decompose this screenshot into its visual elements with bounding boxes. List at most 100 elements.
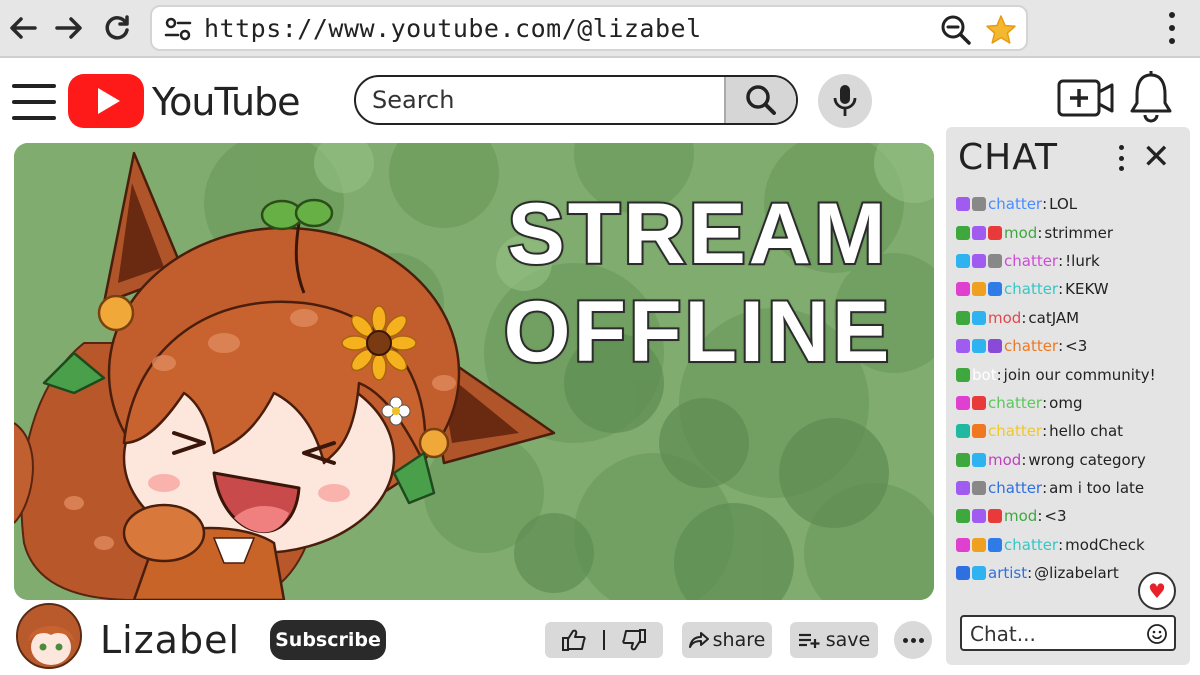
live-chat-panel: CHAT ✕ chatter: LOL mod: strimmer chatter: !l…: [946, 127, 1190, 665]
browser-menu-icon[interactable]: [1160, 8, 1184, 48]
more-options-button[interactable]: [894, 621, 932, 659]
mic-icon: [833, 85, 857, 116]
thumbs-down-icon: [622, 629, 647, 651]
chat-badge-icon: [956, 197, 970, 212]
chat-input-box: [960, 615, 1176, 651]
chat-text: omg: [1049, 393, 1083, 412]
chat-text: am i too late: [1049, 479, 1145, 498]
bookmark-star-icon[interactable]: [984, 13, 1018, 47]
chibi-character-illustration: [14, 151, 556, 600]
chat-badge-icon: [956, 537, 970, 552]
dislike-button[interactable]: [605, 622, 663, 658]
chat-username[interactable]: chatter: [988, 394, 1042, 412]
chat-message-list: chatter: LOL mod: strimmer chatter: !lurk chat…: [956, 190, 1188, 587]
emoji-icon[interactable]: [1146, 623, 1168, 645]
chat-separator: :: [1058, 251, 1064, 270]
chat-separator: :: [1037, 507, 1043, 526]
youtube-logo-icon[interactable]: [68, 74, 144, 128]
chat-badge-icon: [972, 253, 986, 268]
close-icon[interactable]: ✕: [1142, 137, 1171, 177]
chat-badge-icon: [972, 395, 986, 410]
chat-username[interactable]: chatter: [988, 195, 1042, 213]
chat-username[interactable]: mod: [988, 309, 1021, 327]
chat-badge-icon: [988, 339, 1002, 354]
chat-message: chatter: hello chat: [956, 417, 1188, 445]
chat-text: wrong category: [1028, 450, 1146, 469]
search-button[interactable]: [724, 77, 796, 123]
chat-message: mod: catJAM: [956, 304, 1188, 332]
chat-message: chatter: LOL: [956, 190, 1188, 218]
chat-badge-icon: [988, 509, 1002, 524]
chat-text: LOL: [1049, 195, 1078, 214]
chat-badge-icon: [956, 225, 970, 240]
like-button[interactable]: [545, 622, 603, 658]
chat-text: modCheck: [1065, 535, 1145, 554]
chat-text: hello chat: [1049, 422, 1124, 441]
chat-badge-icon: [956, 367, 970, 382]
share-button[interactable]: share: [682, 622, 772, 658]
chat-badge-icon: [988, 282, 1002, 297]
address-bar[interactable]: https://www.youtube.com/@lizabel: [150, 5, 1028, 51]
chat-badge-icon: [972, 282, 986, 297]
youtube-wordmark[interactable]: YouTube: [152, 80, 301, 124]
chat-badge-icon: [956, 452, 970, 467]
chat-username[interactable]: chatter: [1004, 536, 1058, 554]
bell-icon[interactable]: [1128, 70, 1174, 124]
chat-username[interactable]: mod: [988, 451, 1021, 469]
chat-username[interactable]: mod: [1004, 224, 1037, 242]
zoom-out-icon[interactable]: [940, 14, 972, 46]
chat-separator: :: [1027, 564, 1033, 583]
chat-text: <3: [1065, 337, 1088, 356]
stream-offline-banner[interactable]: STREAM OFFLINE: [14, 143, 934, 600]
chat-username[interactable]: chatter: [988, 479, 1042, 497]
chat-separator: :: [1042, 479, 1048, 498]
chat-message: mod: <3: [956, 502, 1188, 530]
chat-badge-icon: [972, 452, 986, 467]
heart-reaction-icon[interactable]: ♥: [1138, 572, 1176, 610]
chat-badge-icon: [956, 310, 970, 325]
chat-separator: :: [1042, 422, 1048, 441]
voice-search-button[interactable]: [818, 74, 872, 128]
chat-username[interactable]: mod: [1004, 507, 1037, 525]
back-arrow-icon[interactable]: [8, 10, 38, 46]
site-settings-icon[interactable]: [164, 16, 192, 42]
reload-icon[interactable]: [102, 10, 132, 46]
subscribe-button[interactable]: Subscribe: [270, 620, 386, 660]
chat-username[interactable]: chatter: [1004, 280, 1058, 298]
search-bar: [354, 75, 798, 125]
chat-message: chatter: KEKW: [956, 275, 1188, 303]
chat-badge-icon: [956, 509, 970, 524]
chat-separator: :: [1058, 337, 1064, 356]
chat-username[interactable]: chatter: [1004, 337, 1058, 355]
avatar-image: [18, 605, 80, 667]
chat-username[interactable]: chatter: [1004, 252, 1058, 270]
search-icon: [746, 85, 776, 115]
chat-badge-icon: [972, 197, 986, 212]
chat-username[interactable]: chatter: [988, 422, 1042, 440]
thumbs-up-icon: [561, 629, 586, 651]
forward-arrow-icon[interactable]: [54, 10, 84, 46]
chat-input[interactable]: [970, 621, 1140, 647]
chat-badge-icon: [956, 566, 970, 581]
chat-menu-icon[interactable]: [1116, 145, 1126, 171]
chat-separator: :: [1021, 308, 1027, 327]
share-label: share: [712, 629, 766, 651]
chat-username[interactable]: bot: [972, 366, 997, 384]
chat-message: chatter: modCheck: [956, 531, 1188, 559]
chat-text: KEKW: [1065, 280, 1109, 299]
chat-separator: :: [1021, 450, 1027, 469]
chat-badge-icon: [972, 566, 986, 581]
search-input[interactable]: [372, 83, 732, 117]
chat-message: chatter: !lurk: [956, 247, 1188, 275]
chat-badge-icon: [972, 537, 986, 552]
chat-badge-icon: [972, 481, 986, 496]
save-button[interactable]: save: [790, 622, 878, 658]
chat-separator: :: [996, 365, 1002, 384]
create-video-icon[interactable]: [1056, 76, 1116, 120]
chat-badge-icon: [956, 282, 970, 297]
channel-avatar[interactable]: [16, 603, 82, 669]
menu-icon[interactable]: [12, 84, 56, 120]
channel-name[interactable]: Lizabel: [100, 618, 240, 662]
chat-username[interactable]: artist: [988, 564, 1027, 582]
chat-separator: :: [1037, 223, 1043, 242]
